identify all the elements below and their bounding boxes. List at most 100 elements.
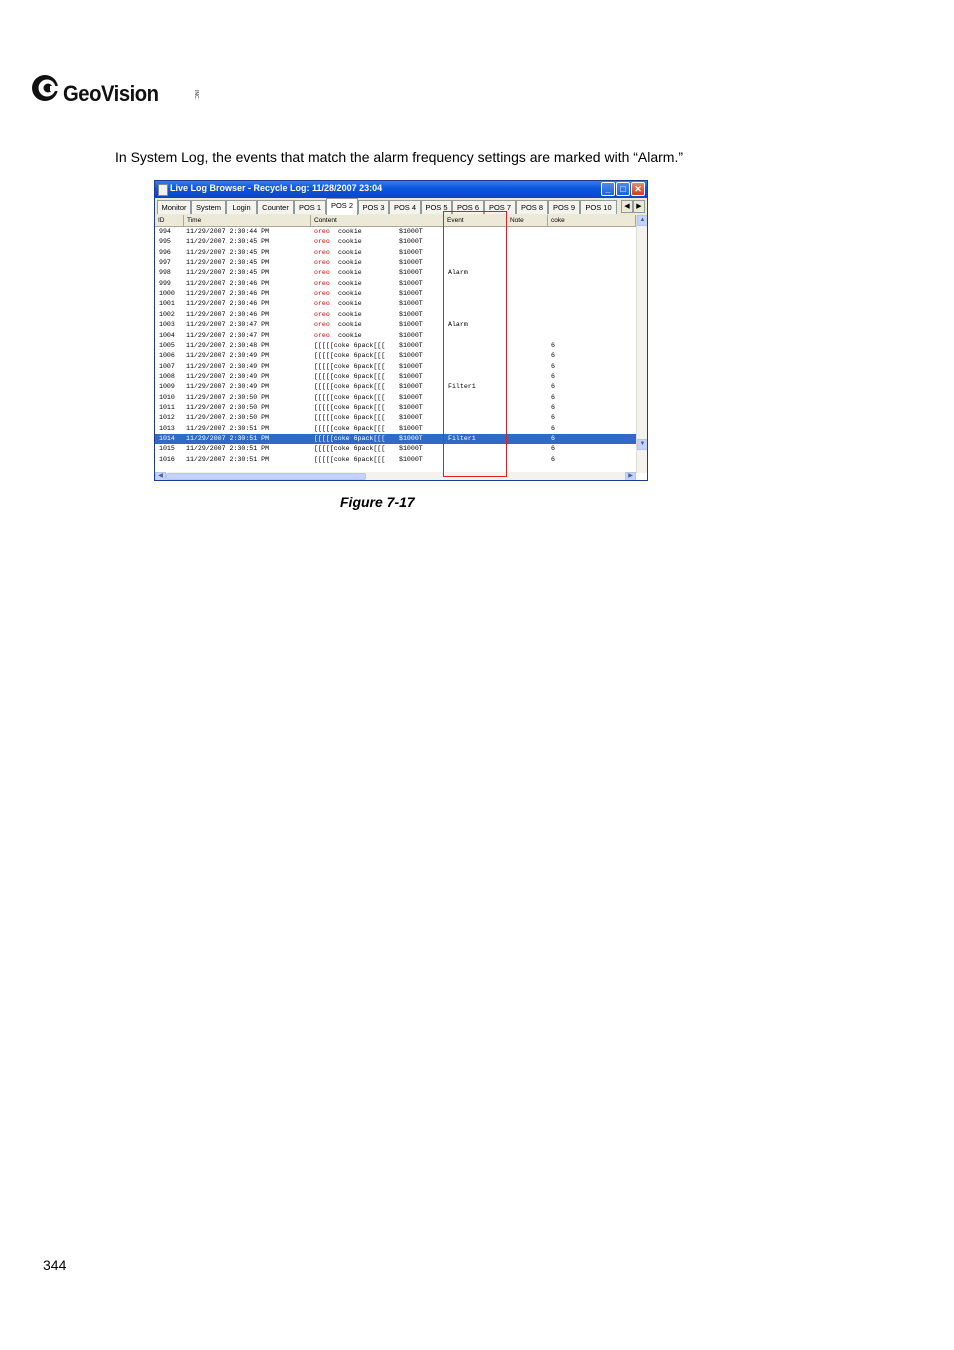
table-row[interactable]: 1000 11/29/2007 2:30:46 PM oreo cookie $1000… <box>155 289 636 299</box>
cell-content-item: cookie <box>338 228 362 235</box>
table-row[interactable]: 996 11/29/2007 2:30:45 PM oreo cookie $1000T <box>155 248 636 258</box>
scroll-right-icon[interactable]: ▶ <box>625 472 636 480</box>
table-row[interactable]: 1011 11/29/2007 2:30:50 PM [[[[[coke 6pack… <box>155 403 636 413</box>
cell-id: 1004 <box>159 331 175 339</box>
cell-time: 11/29/2007 2:30:51 PM <box>186 435 270 442</box>
cell-content-brand: oreo <box>314 310 330 318</box>
tab-pos-8[interactable]: POS 8 <box>516 200 548 214</box>
cell-content-item: [[[[[coke 6pack[[[ <box>314 372 386 380</box>
cell-coke: 6 <box>551 435 555 442</box>
cell-time: 11/29/2007 2:30:49 PM <box>186 362 270 370</box>
horizontal-scroll-thumb[interactable] <box>166 473 366 480</box>
cell-content-item: cookie <box>338 248 362 256</box>
cell-content-brand: oreo <box>314 321 330 329</box>
cell-content-item: [[[[[coke 6pack[[[ <box>314 341 386 349</box>
cell-content-item: [[[[[coke 6pack[[[ <box>314 414 386 422</box>
cell-id: 1009 <box>159 383 175 391</box>
cell-time: 11/29/2007 2:30:48 PM <box>186 341 270 349</box>
tab-counter[interactable]: Counter <box>257 200 294 214</box>
minimize-button[interactable]: _ <box>601 182 615 196</box>
column-id[interactable]: ID <box>155 215 184 226</box>
cell-content-price: $1000T <box>399 393 423 401</box>
cell-id: 1002 <box>159 310 175 318</box>
scroll-up-icon[interactable]: ▲ <box>637 215 647 226</box>
table-row[interactable]: 1003 11/29/2007 2:30:47 PM oreo cookie $1000… <box>155 320 636 330</box>
table-row[interactable]: 1008 11/29/2007 2:30:49 PM [[[[[coke 6pack… <box>155 372 636 382</box>
cell-content-price: $1000T <box>399 445 423 453</box>
cell-id: 1015 <box>159 445 175 453</box>
table-row[interactable]: 1001 11/29/2007 2:30:46 PM oreo cookie $1000… <box>155 299 636 309</box>
tab-pos-4[interactable]: POS 4 <box>389 200 421 214</box>
title-bar[interactable]: Live Log Browser - Recycle Log: 11/28/20… <box>155 181 647 198</box>
table-row[interactable]: 1005 11/29/2007 2:30:48 PM [[[[[coke 6pack… <box>155 341 636 351</box>
table-row[interactable]: 995 11/29/2007 2:30:45 PM oreo cookie $1000T <box>155 237 636 247</box>
table-row[interactable]: 1013 11/29/2007 2:30:51 PM [[[[[coke 6pack… <box>155 424 636 434</box>
tab-scroll-right-icon[interactable]: ▶ <box>633 200 645 213</box>
cell-coke: 6 <box>551 352 555 360</box>
table-row[interactable]: 997 11/29/2007 2:30:45 PM oreo cookie $1000T <box>155 258 636 268</box>
cell-content-price: $1000T <box>399 228 423 235</box>
scroll-down-icon[interactable]: ▼ <box>637 439 647 450</box>
geovision-logo-icon <box>32 75 60 101</box>
table-row[interactable]: 1015 11/29/2007 2:30:51 PM [[[[[coke 6pack… <box>155 444 636 454</box>
cell-time: 11/29/2007 2:30:44 PM <box>186 228 270 235</box>
column-time[interactable]: Time <box>184 215 311 226</box>
cell-content-brand: oreo <box>314 248 330 256</box>
tab-monitor[interactable]: Monitor <box>157 200 191 214</box>
table-row[interactable]: 998 11/29/2007 2:30:45 PM oreo cookie $1000T… <box>155 268 636 278</box>
cell-content-price: $1000T <box>399 403 423 411</box>
vertical-scrollbar[interactable]: ▲ ▼ <box>636 215 647 473</box>
table-row[interactable]: 999 11/29/2007 2:30:46 PM oreo cookie $1000T <box>155 279 636 289</box>
cell-coke: 6 <box>551 372 555 380</box>
cell-content-price: $1000T <box>399 279 423 287</box>
cell-id: 1000 <box>159 290 175 298</box>
tab-pos-3[interactable]: POS 3 <box>358 200 389 214</box>
table-row[interactable]: 1014 11/29/2007 2:30:51 PM [[[[[coke 6pack… <box>155 434 636 445</box>
cell-coke: 6 <box>551 424 555 432</box>
cell-coke: 6 <box>551 393 555 401</box>
tab-system[interactable]: System <box>191 200 226 214</box>
cell-content-price: $1000T <box>399 455 423 463</box>
tab-scroll-left-icon[interactable]: ◀ <box>621 200 633 213</box>
cell-content-price: $1000T <box>399 269 423 277</box>
cell-content-price: $1000T <box>399 300 423 308</box>
maximize-button[interactable]: □ <box>616 182 630 196</box>
cell-content-item: cookie <box>338 321 362 329</box>
page-number: 344 <box>43 1257 67 1273</box>
table-row[interactable]: 1004 11/29/2007 2:30:47 PM oreo cookie $1000… <box>155 331 636 341</box>
close-button[interactable]: ✕ <box>631 182 645 196</box>
scroll-left-icon[interactable]: ◀ <box>155 472 166 480</box>
table-row[interactable]: 1002 11/29/2007 2:30:46 PM oreo cookie $1000… <box>155 310 636 320</box>
tab-pos-9[interactable]: POS 9 <box>548 200 580 214</box>
cell-coke: 6 <box>551 403 555 411</box>
cell-time: 11/29/2007 2:30:45 PM <box>186 238 270 246</box>
table-row[interactable]: 1016 11/29/2007 2:30:51 PM [[[[[coke 6pack… <box>155 455 636 465</box>
cell-content-brand: oreo <box>314 300 330 308</box>
cell-id: 1003 <box>159 321 175 329</box>
cell-content-item: [[[[[coke 6pack[[[ <box>314 393 386 401</box>
tab-pos-1[interactable]: POS 1 <box>294 200 326 214</box>
tab-pos-10[interactable]: POS 10 <box>580 200 617 214</box>
cell-coke: 6 <box>551 414 555 422</box>
table-row[interactable]: 1012 11/29/2007 2:30:50 PM [[[[[coke 6pack… <box>155 413 636 423</box>
cell-content-item: cookie <box>338 238 362 246</box>
table-row[interactable]: 1010 11/29/2007 2:30:50 PM [[[[[coke 6pack… <box>155 393 636 403</box>
cell-content-price: $1000T <box>399 321 423 329</box>
column-note[interactable]: Note <box>507 215 548 226</box>
tab-pos-2[interactable]: POS 2 <box>326 198 358 215</box>
cell-id: 1001 <box>159 300 175 308</box>
cell-time: 11/29/2007 2:30:46 PM <box>186 310 270 318</box>
tab-login[interactable]: Login <box>226 200 257 214</box>
cell-id: 999 <box>159 279 171 287</box>
table-row[interactable]: 1009 11/29/2007 2:30:49 PM [[[[[coke 6pack… <box>155 382 636 392</box>
cell-id: 997 <box>159 259 171 267</box>
column-coke[interactable]: coke <box>548 215 636 226</box>
column-content[interactable]: Content <box>311 215 444 226</box>
table-row[interactable]: 994 11/29/2007 2:30:44 PM oreo cookie $1000T <box>155 227 636 237</box>
cell-id: 1011 <box>159 403 175 411</box>
cell-content-brand: oreo <box>314 290 330 298</box>
horizontal-scrollbar[interactable]: ◀ ▶ <box>155 472 636 480</box>
table-row[interactable]: 1006 11/29/2007 2:30:49 PM [[[[[coke 6pack… <box>155 351 636 361</box>
cell-content-item: [[[[[coke 6pack[[[ <box>314 445 386 453</box>
table-row[interactable]: 1007 11/29/2007 2:30:49 PM [[[[[coke 6pack… <box>155 362 636 372</box>
